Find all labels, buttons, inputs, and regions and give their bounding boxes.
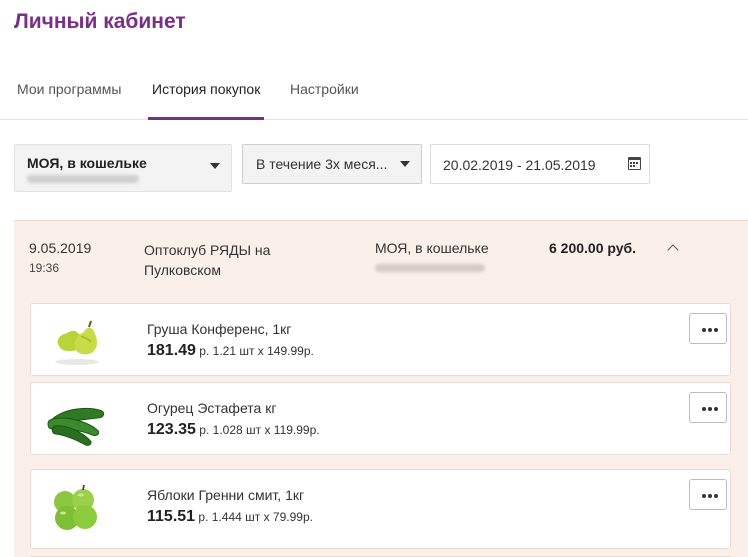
item-currency: р. xyxy=(198,510,209,524)
tab-settings[interactable]: Настройки xyxy=(290,76,359,119)
chevron-down-icon xyxy=(400,161,410,167)
item-more-button[interactable] xyxy=(689,479,727,510)
purchase-item: Яблоки Гренни смит, 1кг 115.51 р. 1.444 … xyxy=(30,469,731,549)
period-select-value: В течение 3х меся... xyxy=(256,156,388,172)
order-wallet: МОЯ, в кошельке xyxy=(375,240,489,256)
more-dots-icon xyxy=(702,328,706,332)
order-wallet-number-blurred xyxy=(375,264,485,272)
order-time: 19:36 xyxy=(29,261,60,275)
more-dots-icon xyxy=(702,407,706,411)
apple-icon xyxy=(54,484,97,530)
wallet-select[interactable]: МОЯ, в кошельке xyxy=(14,144,232,192)
cucumber-icon xyxy=(47,407,105,446)
item-currency: р. xyxy=(199,344,210,358)
item-price-line: 115.51 р. 1.444 шт х 79.99р. xyxy=(147,508,313,526)
item-name: Груша Конференс, 1кг xyxy=(147,321,292,337)
item-more-button[interactable] xyxy=(689,392,727,423)
item-quantity: 1.444 шт х 79.99р. xyxy=(211,510,313,524)
item-price-line: 123.35 р. 1.028 шт х 119.99р. xyxy=(147,421,320,439)
wallet-select-label: МОЯ, в кошельке xyxy=(27,155,147,171)
tab-purchase-history[interactable]: История покупок xyxy=(147,76,265,120)
order-store: Оптоклуб РЯДЫ на Пулковском xyxy=(144,242,271,278)
chevron-up-icon[interactable] xyxy=(667,244,679,256)
period-select[interactable]: В течение 3х меся... xyxy=(242,144,422,184)
tabs-bar: Мои программы История покупок Настройки xyxy=(0,76,748,120)
calendar-icon[interactable] xyxy=(628,157,641,170)
item-name: Яблоки Гренни смит, 1кг xyxy=(147,487,305,503)
date-range-value: 20.02.2019 - 21.05.2019 xyxy=(443,157,596,173)
order-total: 6 200.00 руб. xyxy=(549,240,637,256)
purchase-item: Груша Конференс, 1кг 181.49 р. 1.21 шт х… xyxy=(30,303,731,376)
order-date: 9.05.2019 xyxy=(29,240,92,256)
wallet-card-number-blurred xyxy=(27,175,139,183)
item-price: 181.49 xyxy=(147,342,196,359)
item-name: Огурец Эстафета кг xyxy=(147,400,277,416)
tab-my-programs[interactable]: Мои программы xyxy=(17,76,121,119)
item-quantity: 1.21 шт х 149.99р. xyxy=(212,344,314,358)
item-more-button[interactable] xyxy=(689,313,727,344)
order-panel: 9.05.2019 19:36 Оптоклуб РЯДЫ на Пулковс… xyxy=(14,220,748,557)
page-title: Личный кабинет xyxy=(14,10,186,33)
date-range-input[interactable]: 20.02.2019 - 21.05.2019 xyxy=(430,144,650,184)
item-price: 123.35 xyxy=(147,421,196,438)
pear-icon xyxy=(55,320,99,365)
item-quantity: 1.028 шт х 119.99р. xyxy=(212,423,320,437)
item-price-line: 181.49 р. 1.21 шт х 149.99р. xyxy=(147,342,314,360)
item-currency: р. xyxy=(199,423,210,437)
purchase-item: Огурец Эстафета кг 123.35 р. 1.028 шт х … xyxy=(30,382,731,455)
more-dots-icon xyxy=(702,494,706,498)
chevron-down-icon xyxy=(210,163,220,169)
item-price: 115.51 xyxy=(147,508,196,525)
